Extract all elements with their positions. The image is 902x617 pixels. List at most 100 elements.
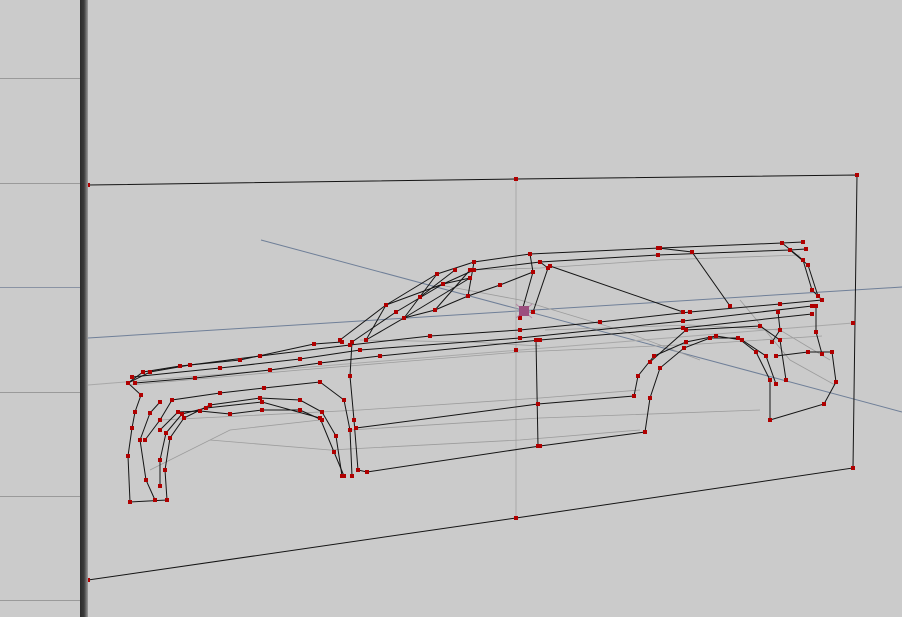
mesh-vertex[interactable] — [598, 320, 602, 324]
mesh-vertex[interactable] — [714, 334, 718, 338]
mesh-vertex[interactable] — [514, 177, 518, 181]
mesh-vertex[interactable] — [148, 370, 152, 374]
mesh-vertex[interactable] — [534, 338, 538, 342]
mesh-vertex[interactable] — [690, 250, 694, 254]
mesh-vertex[interactable] — [514, 516, 518, 520]
mesh-vertex[interactable] — [538, 338, 542, 342]
mesh-vertex[interactable] — [130, 375, 134, 379]
mesh-vertex[interactable] — [472, 260, 476, 264]
mesh-vertex[interactable] — [435, 272, 439, 276]
mesh-vertex[interactable] — [768, 418, 772, 422]
mesh-vertex[interactable] — [260, 400, 264, 404]
mesh-vertex[interactable] — [754, 350, 758, 354]
mesh-vertex[interactable] — [433, 308, 437, 312]
mesh-vertex[interactable] — [684, 328, 688, 332]
mesh-vertex[interactable] — [143, 438, 147, 442]
mesh-vertex[interactable] — [538, 260, 542, 264]
mesh-vertex[interactable] — [632, 394, 636, 398]
mesh-vertex[interactable] — [648, 396, 652, 400]
mesh-vertex[interactable] — [778, 338, 782, 342]
mesh-vertex[interactable] — [784, 378, 788, 382]
mesh-vertex[interactable] — [834, 380, 838, 384]
mesh-vertex[interactable] — [778, 302, 782, 306]
mesh-vertex[interactable] — [758, 324, 762, 328]
mesh-vertex[interactable] — [778, 328, 782, 332]
mesh-vertex[interactable] — [801, 258, 805, 262]
mesh-vertex[interactable] — [228, 412, 232, 416]
mesh-vertex[interactable] — [804, 247, 808, 251]
mesh-vertex[interactable] — [158, 458, 162, 462]
mesh-vertex[interactable] — [764, 354, 768, 358]
mesh-vertex[interactable] — [428, 334, 432, 338]
mesh-vertex[interactable] — [708, 336, 712, 340]
mesh-vertex[interactable] — [298, 398, 302, 402]
mesh-vertex[interactable] — [816, 294, 820, 298]
car-body-mesh[interactable] — [127, 241, 837, 503]
mesh-vertex[interactable] — [681, 310, 685, 314]
mesh-vertex[interactable] — [806, 350, 810, 354]
mesh-vertex[interactable] — [418, 295, 422, 299]
mesh-vertex[interactable] — [260, 408, 264, 412]
mesh-vertex[interactable] — [218, 366, 222, 370]
mesh-vertex[interactable] — [636, 374, 640, 378]
mesh-vertex[interactable] — [342, 398, 346, 402]
mesh-vertex[interactable] — [126, 454, 130, 458]
mesh-vertex[interactable] — [468, 268, 472, 272]
mesh-vertex[interactable] — [656, 253, 660, 257]
3d-viewport[interactable] — [88, 0, 902, 617]
mesh-vertex[interactable] — [806, 263, 810, 267]
mesh-vertex[interactable] — [788, 248, 792, 252]
mesh-vertex[interactable] — [180, 412, 184, 416]
mesh-vertex[interactable] — [453, 268, 457, 272]
mesh-vertex[interactable] — [528, 252, 532, 256]
mesh-vertex[interactable] — [332, 450, 336, 454]
mesh-vertex[interactable] — [126, 381, 130, 385]
mesh-vertex[interactable] — [170, 398, 174, 402]
mesh-vertex[interactable] — [531, 270, 535, 274]
mesh-vertex[interactable] — [851, 466, 855, 470]
mesh-vertex[interactable] — [466, 294, 470, 298]
mesh-vertex[interactable] — [148, 411, 152, 415]
mesh-vertex[interactable] — [851, 321, 855, 325]
mesh-vertex[interactable] — [774, 354, 778, 358]
mesh-vertex[interactable] — [402, 316, 406, 320]
mesh-vertex[interactable] — [740, 338, 744, 342]
mesh-vertex[interactable] — [820, 298, 824, 302]
mesh-vertex[interactable] — [356, 468, 360, 472]
mesh-vertex[interactable] — [643, 430, 647, 434]
mesh-vertex[interactable] — [384, 303, 388, 307]
mesh-vertex[interactable] — [855, 173, 859, 177]
mesh-vertex[interactable] — [158, 484, 162, 488]
mesh-vertex[interactable] — [158, 418, 162, 422]
mesh-vertex[interactable] — [820, 352, 824, 356]
mesh-vertex[interactable] — [318, 380, 322, 384]
mesh-vertex[interactable] — [163, 468, 167, 472]
mesh-vertex[interactable] — [536, 444, 540, 448]
mesh-vertex[interactable] — [198, 409, 202, 413]
mesh-vertex[interactable] — [774, 382, 778, 386]
mesh-vertex[interactable] — [158, 400, 162, 404]
mesh-vertex[interactable] — [736, 336, 740, 340]
mesh-vertex[interactable] — [531, 310, 535, 314]
mesh-vertex[interactable] — [684, 340, 688, 344]
mesh-vertex[interactable] — [298, 408, 302, 412]
mesh-vertex[interactable] — [682, 346, 686, 350]
mesh-vertex[interactable] — [468, 276, 472, 280]
mesh-vertex[interactable] — [518, 316, 522, 320]
mesh-vertex[interactable] — [204, 406, 208, 410]
mesh-vertex[interactable] — [139, 393, 143, 397]
mesh-vertex[interactable] — [658, 366, 662, 370]
mesh-vertex[interactable] — [358, 348, 362, 352]
mesh-vertex[interactable] — [258, 396, 262, 400]
mesh-vertex[interactable] — [648, 360, 652, 364]
mesh-vertex[interactable] — [262, 386, 266, 390]
mesh-vertex[interactable] — [165, 498, 169, 502]
mesh-vertex[interactable] — [342, 474, 346, 478]
mesh-vertex[interactable] — [514, 348, 518, 352]
mesh-vertex[interactable] — [652, 354, 656, 358]
mesh-vertex[interactable] — [728, 304, 732, 308]
mesh-vertex[interactable] — [394, 310, 398, 314]
mesh-vertex[interactable] — [822, 402, 826, 406]
mesh-vertex[interactable] — [138, 438, 142, 442]
mesh-vertex[interactable] — [141, 370, 145, 374]
